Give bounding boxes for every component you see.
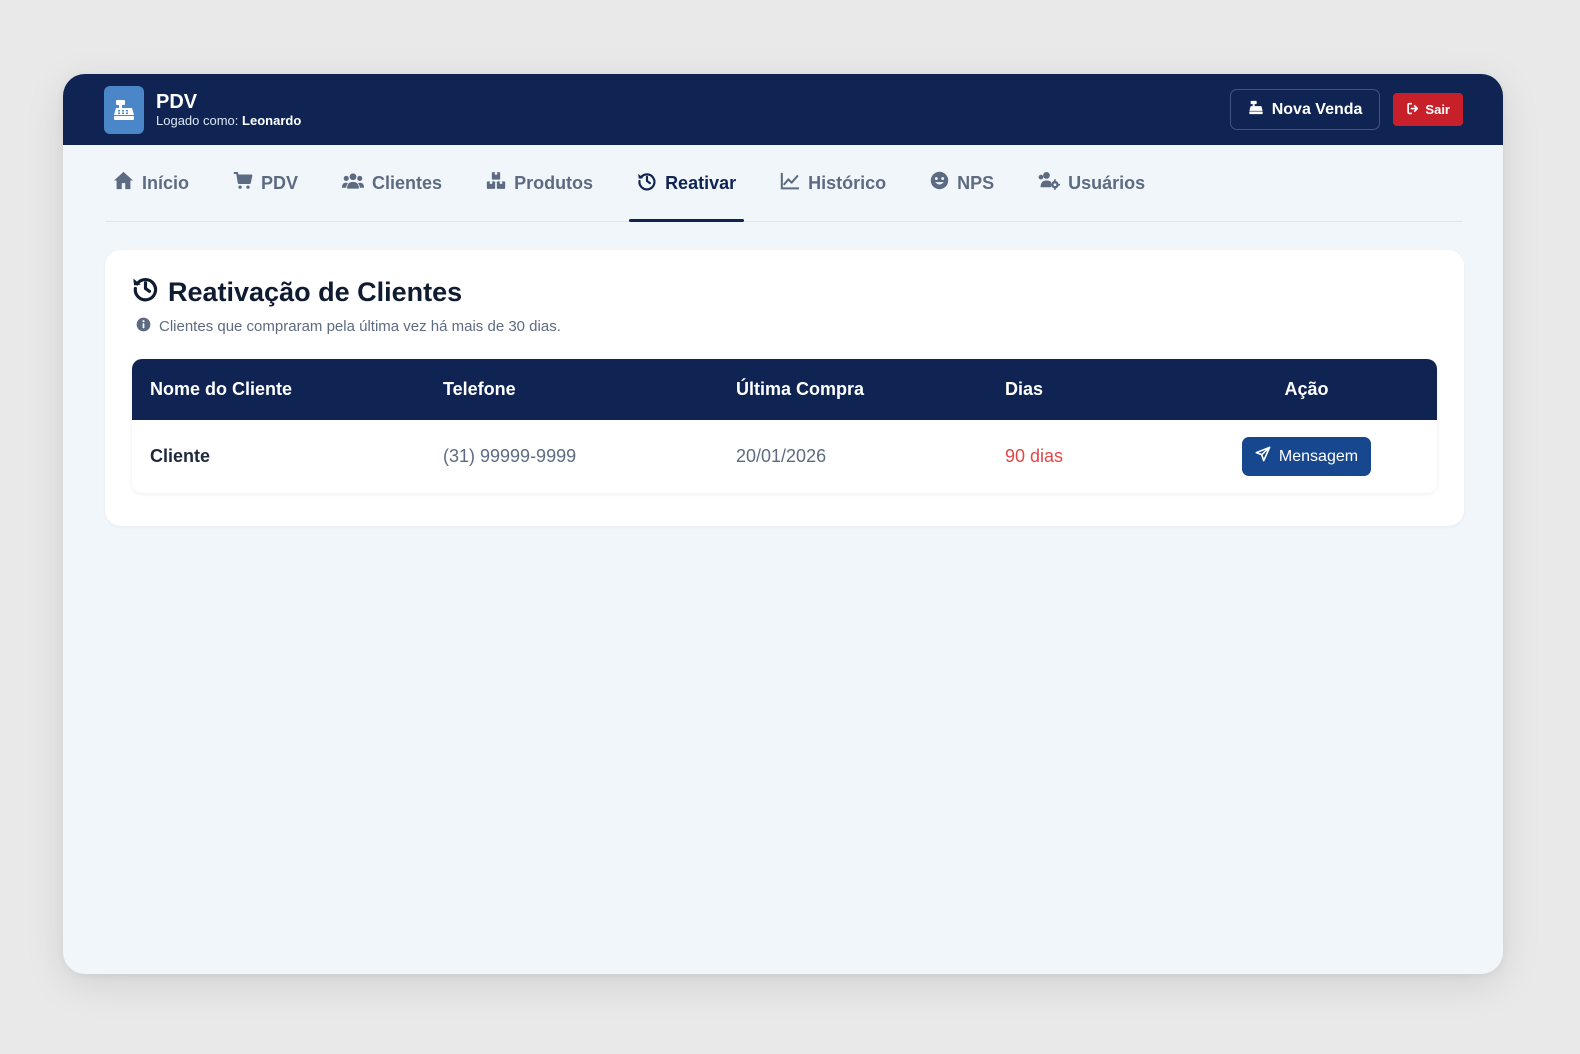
cash-register-icon [104, 85, 144, 134]
boxes-icon [486, 171, 506, 195]
top-bar: PDV Logado como: Leonardo Nova Venda Sai… [63, 74, 1503, 145]
tab-label: NPS [957, 172, 995, 193]
last-purchase-cell: 20/01/2026 [736, 446, 827, 466]
history-icon [637, 171, 657, 196]
tab-label: Clientes [372, 172, 443, 193]
cart-icon [233, 171, 253, 195]
tab-clientes[interactable]: Clientes [334, 145, 450, 221]
tab-pdv[interactable]: PDV [225, 145, 306, 221]
new-sale-label: Nova Venda [1271, 100, 1363, 118]
client-name-cell: Cliente [150, 446, 211, 466]
users-cog-icon [1038, 171, 1061, 195]
tab-produtos[interactable]: Produtos [478, 145, 601, 221]
brand-title: PDV [156, 90, 198, 113]
tab-label: Usuários [1068, 172, 1146, 193]
table-header-row: Nome do Cliente Telefone Última Compra D… [132, 359, 1437, 420]
chart-line-icon [780, 172, 800, 195]
sign-out-icon [1406, 102, 1420, 118]
action-cell: Mensagem [1176, 420, 1437, 493]
logged-as-label: Logado como: [156, 112, 239, 128]
logout-button[interactable]: Sair [1393, 93, 1463, 126]
logout-label: Sair [1425, 102, 1450, 117]
column-header-last-purchase: Última Compra [736, 379, 865, 399]
tab-label: Histórico [808, 172, 887, 193]
send-message-label: Mensagem [1278, 447, 1359, 465]
table-row: Cliente (31) 99999-9999 20/01/2026 90 di… [132, 420, 1437, 493]
new-sale-button[interactable]: Nova Venda [1229, 89, 1381, 130]
page-subtitle-text: Clientes que compraram pela última vez h… [159, 318, 561, 335]
column-header-name: Nome do Cliente [150, 379, 293, 399]
logged-user-info: Logado como: Leonardo [156, 112, 302, 129]
client-phone-cell: (31) 99999-9999 [443, 446, 577, 466]
tab-reativar[interactable]: Reativar [629, 145, 745, 222]
send-message-button[interactable]: Mensagem [1241, 437, 1372, 476]
users-icon [342, 172, 365, 195]
page-subtitle: Clientes que compraram pela última vez h… [136, 317, 1437, 336]
tab-nps[interactable]: NPS [922, 145, 1002, 221]
tab-label: PDV [261, 172, 299, 193]
smile-icon [930, 171, 949, 195]
column-header-action: Ação [1284, 379, 1329, 399]
app-window: PDV Logado como: Leonardo Nova Venda Sai… [63, 74, 1503, 974]
user-name: Leonardo [242, 112, 302, 128]
tab-historico[interactable]: Histórico [772, 145, 894, 221]
brand: PDV Logado como: Leonardo [156, 91, 301, 129]
column-header-days: Dias [1005, 379, 1044, 399]
cash-register-icon [1248, 99, 1264, 121]
tab-label: Início [142, 172, 190, 193]
days-cell: 90 dias [1005, 446, 1064, 466]
info-circle-icon [136, 317, 151, 336]
tab-label: Produtos [514, 172, 594, 193]
page-title-text: Reativação de Clientes [168, 276, 463, 307]
tab-usuarios[interactable]: Usuários [1030, 145, 1153, 221]
reactivation-card: Reativação de Clientes Clientes que comp… [105, 250, 1464, 526]
main-nav: Início PDV Clientes Produtos Reativar Hi… [105, 145, 1463, 222]
tab-label: Reativar [665, 172, 737, 193]
history-icon [132, 275, 159, 309]
page-title: Reativação de Clientes [132, 276, 1437, 308]
tab-inicio[interactable]: Início [105, 145, 197, 221]
home-icon [113, 171, 134, 195]
column-header-phone: Telefone [443, 379, 516, 399]
clients-table: Nome do Cliente Telefone Última Compra D… [132, 359, 1437, 493]
clients-table-container: Nome do Cliente Telefone Última Compra D… [132, 359, 1437, 493]
paper-plane-icon [1255, 446, 1271, 467]
